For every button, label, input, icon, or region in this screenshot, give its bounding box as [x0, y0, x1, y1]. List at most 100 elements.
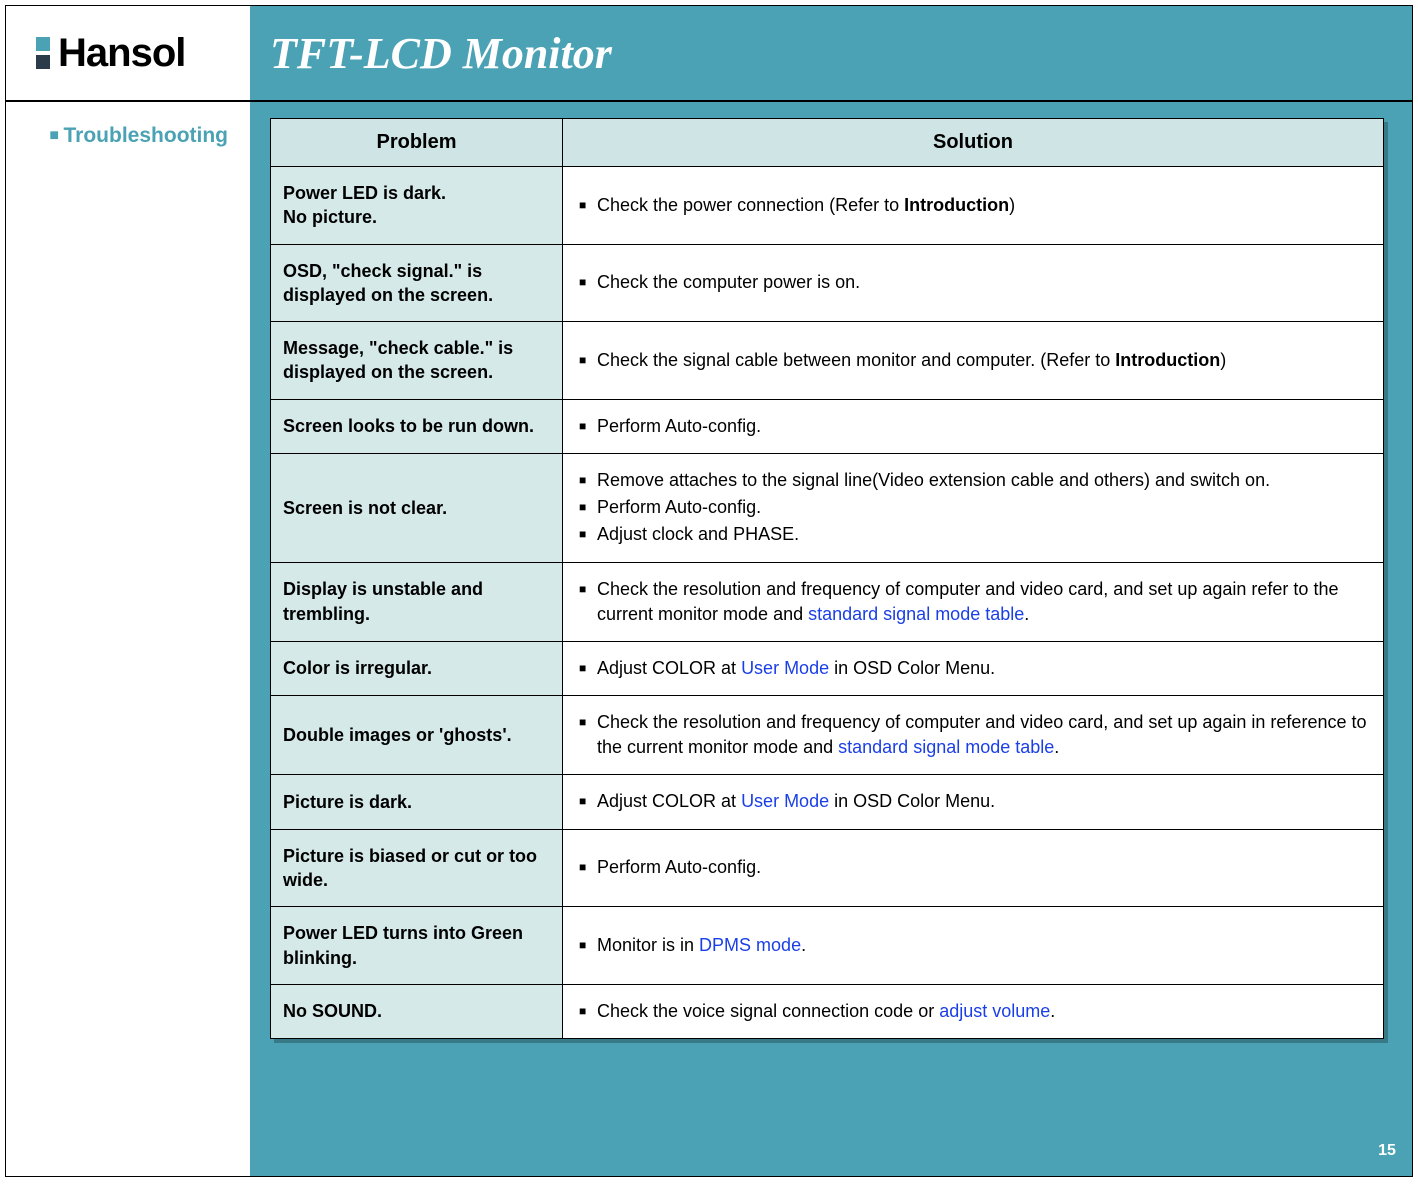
- square-bullet-icon: ■: [579, 348, 597, 373]
- square-bullet-icon: ■: [579, 522, 597, 547]
- bold-text: Introduction: [1115, 350, 1220, 370]
- table-row: Screen looks to be run down. ■Perform Aut…: [271, 399, 1384, 453]
- table-row: Message, "check cable." is displayed on …: [271, 322, 1384, 400]
- solution-item: ■Monitor is in DPMS mode.: [579, 933, 1367, 958]
- square-bullet-icon: ■: [579, 414, 597, 439]
- solution-item: ■Perform Auto-config.: [579, 855, 1367, 880]
- solution-item: ■Perform Auto-config.: [579, 414, 1367, 439]
- solution-text: Perform Auto-config.: [597, 495, 1367, 520]
- problem-cell: Picture is dark.: [271, 775, 563, 829]
- solution-cell: ■Check the resolution and frequency of c…: [563, 696, 1384, 775]
- solution-item: ■Check the resolution and frequency of c…: [579, 710, 1367, 760]
- solution-text: Monitor is in DPMS mode.: [597, 933, 1367, 958]
- bold-text: Introduction: [904, 195, 1009, 215]
- problem-cell: Picture is biased or cut or too wide.: [271, 829, 563, 907]
- square-bullet-icon: ■: [579, 933, 597, 958]
- solution-text: Check the signal cable between monitor a…: [597, 348, 1367, 373]
- square-bullet-icon: ■: [579, 710, 597, 760]
- solution-cell: ■Check the voice signal connection code …: [563, 984, 1384, 1038]
- problem-cell: Message, "check cable." is displayed on …: [271, 322, 563, 400]
- solution-item: ■Adjust COLOR at User Mode in OSD Color …: [579, 789, 1367, 814]
- table-row: No SOUND. ■Check the voice signal connect…: [271, 984, 1384, 1038]
- solution-cell: ■Check the signal cable between monitor …: [563, 322, 1384, 400]
- solution-cell: ■Check the power connection (Refer to In…: [563, 167, 1384, 245]
- page-frame: Hansol TFT-LCD Monitor ■ Troubleshooting…: [5, 5, 1413, 1177]
- problem-cell: Display is unstable and trembling.: [271, 562, 563, 641]
- solution-text: Adjust COLOR at User Mode in OSD Color M…: [597, 656, 1367, 681]
- solution-text: Remove attaches to the signal line(Video…: [597, 468, 1367, 493]
- square-bullet-icon: ■: [579, 270, 597, 295]
- solution-text: Perform Auto-config.: [597, 414, 1367, 439]
- solution-cell: ■Check the resolution and frequency of c…: [563, 562, 1384, 641]
- col-header-solution: Solution: [563, 119, 1384, 167]
- square-bullet-icon: ■: [579, 577, 597, 627]
- link-text[interactable]: User Mode: [741, 658, 829, 678]
- solution-item: ■Adjust clock and PHASE.: [579, 522, 1367, 547]
- link-text[interactable]: User Mode: [741, 791, 829, 811]
- link-text[interactable]: adjust volume: [939, 1001, 1050, 1021]
- link-text[interactable]: DPMS mode: [699, 935, 801, 955]
- link-text[interactable]: standard signal mode table: [808, 604, 1024, 624]
- square-bullet-icon: ■: [579, 193, 597, 218]
- square-bullet-icon: ■: [579, 495, 597, 520]
- table-row: Power LED is dark.No picture. ■Check the …: [271, 167, 1384, 245]
- solution-text: Check the voice signal connection code o…: [597, 999, 1367, 1024]
- table-row: Power LED turns into Green blinking. ■Mon…: [271, 907, 1384, 985]
- table-row: OSD, "check signal." is displayed on the…: [271, 244, 1384, 322]
- table-row: Double images or 'ghosts'. ■Check the res…: [271, 696, 1384, 775]
- main-row: ■ Troubleshooting Problem Solution Power…: [6, 102, 1412, 1176]
- solution-cell: ■Adjust COLOR at User Mode in OSD Color …: [563, 775, 1384, 829]
- square-bullet-icon: ■: [579, 468, 597, 493]
- table-row: Display is unstable and trembling. ■Check…: [271, 562, 1384, 641]
- table-row: Picture is biased or cut or too wide. ■Pe…: [271, 829, 1384, 907]
- sidebar-section: ■ Troubleshooting: [6, 124, 228, 148]
- problem-cell: No SOUND.: [271, 984, 563, 1038]
- sidebar: ■ Troubleshooting: [6, 102, 250, 1176]
- solution-cell: ■Check the computer power is on.: [563, 244, 1384, 322]
- square-bullet-icon: ■: [49, 127, 59, 144]
- problem-cell: Screen looks to be run down.: [271, 399, 563, 453]
- logo-icon: [36, 37, 50, 69]
- table-row: Picture is dark. ■Adjust COLOR at User Mo…: [271, 775, 1384, 829]
- solution-text: Adjust COLOR at User Mode in OSD Color M…: [597, 789, 1367, 814]
- solution-item: ■Check the resolution and frequency of c…: [579, 577, 1367, 627]
- link-text[interactable]: standard signal mode table: [838, 737, 1054, 757]
- header: Hansol TFT-LCD Monitor: [6, 6, 1412, 100]
- problem-cell: Screen is not clear.: [271, 453, 563, 562]
- square-bullet-icon: ■: [579, 656, 597, 681]
- solution-cell: ■Remove attaches to the signal line(Vide…: [563, 453, 1384, 562]
- title-bar: TFT-LCD Monitor: [250, 6, 1412, 100]
- solution-item: ■Check the power connection (Refer to In…: [579, 193, 1367, 218]
- content-area: Problem Solution Power LED is dark.No pi…: [250, 102, 1412, 1176]
- solution-text: Check the computer power is on.: [597, 270, 1367, 295]
- col-header-problem: Problem: [271, 119, 563, 167]
- solution-item: ■Check the signal cable between monitor …: [579, 348, 1367, 373]
- square-bullet-icon: ■: [579, 999, 597, 1024]
- solution-cell: ■Perform Auto-config.: [563, 829, 1384, 907]
- logo-text: Hansol: [58, 31, 185, 76]
- problem-cell: Color is irregular.: [271, 641, 563, 695]
- problem-cell: Double images or 'ghosts'.: [271, 696, 563, 775]
- square-bullet-icon: ■: [579, 789, 597, 814]
- solution-item: ■Perform Auto-config.: [579, 495, 1367, 520]
- solution-text: Perform Auto-config.: [597, 855, 1367, 880]
- table-row: Color is irregular. ■Adjust COLOR at User…: [271, 641, 1384, 695]
- square-bullet-icon: ■: [579, 855, 597, 880]
- logo: Hansol: [6, 6, 250, 100]
- solution-cell: ■Monitor is in DPMS mode.: [563, 907, 1384, 985]
- table-row: Screen is not clear.■Remove attaches to …: [271, 453, 1384, 562]
- solution-text: Check the resolution and frequency of co…: [597, 710, 1367, 760]
- problem-cell: Power LED is dark.No picture.: [271, 167, 563, 245]
- page-title: TFT-LCD Monitor: [270, 28, 612, 79]
- solution-cell: ■Perform Auto-config.: [563, 399, 1384, 453]
- solution-item: ■Check the computer power is on.: [579, 270, 1367, 295]
- solution-item: ■Check the voice signal connection code …: [579, 999, 1367, 1024]
- page-number: 15: [1370, 1134, 1404, 1168]
- problem-cell: OSD, "check signal." is displayed on the…: [271, 244, 563, 322]
- sidebar-section-label: Troubleshooting: [64, 124, 228, 147]
- solution-text: Check the resolution and frequency of co…: [597, 577, 1367, 627]
- solution-text: Adjust clock and PHASE.: [597, 522, 1367, 547]
- problem-cell: Power LED turns into Green blinking.: [271, 907, 563, 985]
- troubleshooting-table: Problem Solution Power LED is dark.No pi…: [270, 118, 1384, 1039]
- solution-item: ■Remove attaches to the signal line(Vide…: [579, 468, 1367, 493]
